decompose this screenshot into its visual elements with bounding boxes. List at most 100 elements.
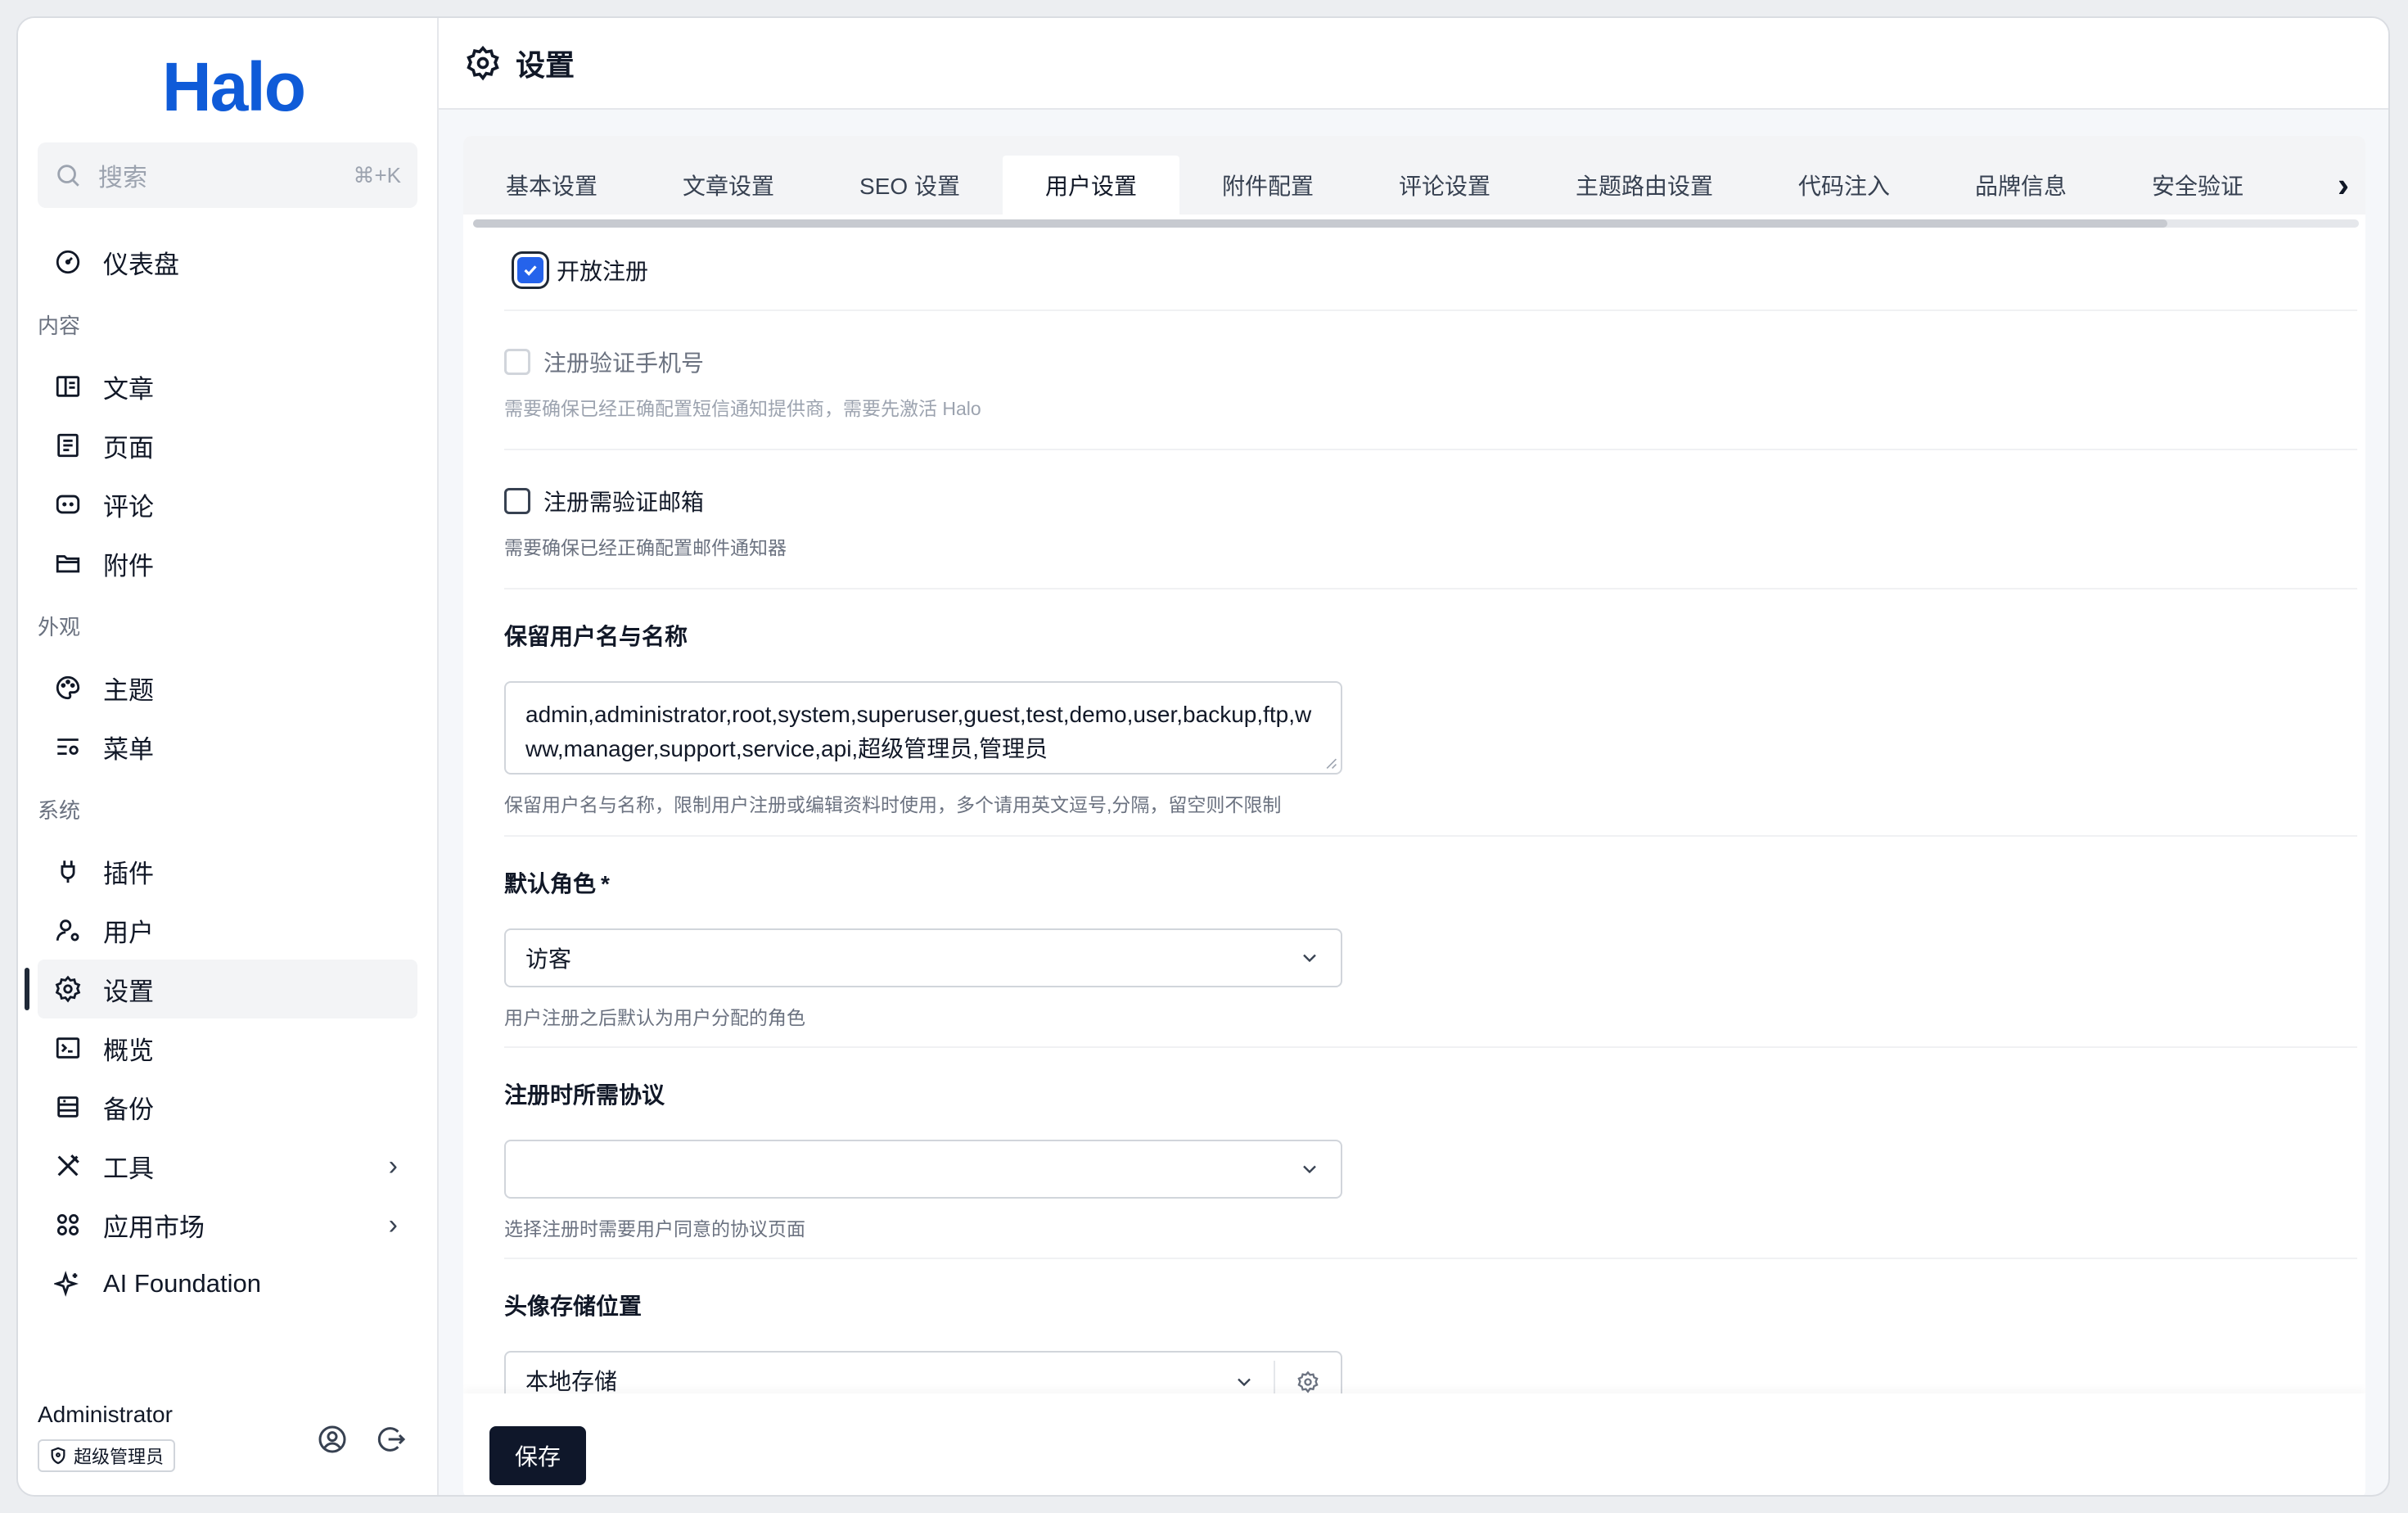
tabs-scroll-right-button[interactable]: › bbox=[2287, 156, 2365, 215]
phone-verify-help: 需要确保已经正确配置短信通知提供商，需要先激活 Halo bbox=[504, 398, 981, 419]
phone-verify-row: 注册验证手机号 需要确保已经正确配置短信通知提供商，需要先激活 Halo bbox=[504, 311, 2357, 450]
sidebar-item-backup[interactable]: 备份 bbox=[38, 1077, 417, 1136]
sidebar-item-users[interactable]: 用户 bbox=[38, 901, 417, 960]
sidebar-item-label: 概览 bbox=[103, 1036, 154, 1065]
chevron-right-icon: › bbox=[388, 1208, 398, 1240]
resize-handle-icon[interactable] bbox=[1324, 756, 1337, 770]
sidebar-item-ai-foundation[interactable]: AI Foundation bbox=[38, 1254, 417, 1313]
search-placeholder: 搜索 bbox=[98, 165, 147, 192]
book-icon bbox=[52, 371, 83, 402]
sidebar-item-attachments[interactable]: 附件 bbox=[38, 534, 417, 593]
email-verify-checkbox[interactable] bbox=[504, 488, 530, 514]
agreement-row: 注册时所需协议 选择注册时需要用户同意的协议页面 bbox=[504, 1048, 2357, 1259]
sidebar-group-appearance: 外观 bbox=[38, 614, 81, 639]
sidebar-item-settings[interactable]: 设置 bbox=[25, 960, 417, 1018]
chevron-down-icon bbox=[1303, 954, 1316, 963]
email-verify-help: 需要确保已经正确配置邮件通知器 bbox=[504, 537, 787, 558]
palette-icon bbox=[52, 672, 83, 703]
search-icon bbox=[57, 165, 79, 187]
sidebar-item-overview[interactable]: 概览 bbox=[38, 1018, 417, 1077]
sidebar-item-label: 工具 bbox=[103, 1154, 154, 1183]
reserved-names-textarea[interactable]: admin,administrator,root,system,superuse… bbox=[504, 681, 1342, 775]
sidebar-item-tools[interactable]: 工具 › bbox=[38, 1136, 417, 1195]
profile-button[interactable] bbox=[316, 1423, 349, 1456]
tab-theme-route[interactable]: 主题路由设置 bbox=[1533, 156, 1756, 215]
dashboard-icon bbox=[52, 246, 83, 278]
settings-card: 基本设置 文章设置 SEO 设置 用户设置 附件配置 评论设置 主题路由设置 代… bbox=[463, 136, 2365, 1495]
reserved-names-value: admin,administrator,root,system,superuse… bbox=[525, 702, 1312, 761]
sidebar-item-menus[interactable]: 菜单 bbox=[38, 717, 417, 776]
tab-basic[interactable]: 基本设置 bbox=[463, 156, 640, 215]
comment-icon bbox=[52, 489, 83, 520]
tab-user[interactable]: 用户设置 bbox=[1002, 156, 1179, 215]
agreement-select[interactable] bbox=[504, 1140, 1342, 1199]
tab-seo[interactable]: SEO 设置 bbox=[817, 156, 1003, 215]
user-settings-form: 开放注册 注册验证手机号 需要确保已经正确配置短信通知提供商，需要先激活 Hal… bbox=[504, 228, 2357, 1423]
phone-verify-checkbox[interactable] bbox=[504, 349, 530, 375]
current-user: Administrator 超级管理员 bbox=[38, 1402, 176, 1472]
agreement-label: 注册时所需协议 bbox=[504, 1082, 665, 1108]
chevron-down-icon bbox=[1303, 1165, 1316, 1174]
tabs-scrollbar[interactable] bbox=[473, 219, 2359, 228]
required-mark: * bbox=[601, 871, 610, 897]
logout-button[interactable] bbox=[375, 1423, 408, 1456]
folder-icon bbox=[52, 548, 83, 579]
apps-icon bbox=[52, 1209, 83, 1240]
search-box[interactable]: 搜索 ⌘+K bbox=[38, 142, 417, 208]
phone-verify-label: 注册验证手机号 bbox=[543, 350, 705, 376]
halo-logo[interactable]: Halo bbox=[162, 47, 306, 127]
tab-brand[interactable]: 品牌信息 bbox=[1932, 156, 2109, 215]
open-registration-label: 开放注册 bbox=[557, 259, 649, 284]
open-registration-checkbox[interactable] bbox=[517, 257, 543, 283]
sidebar-nav: 仪表盘 内容 文章 页面 评论 附件 外观 主题 菜单 系统 插件 用户 设置 … bbox=[25, 233, 417, 1313]
default-role-row: 默认角色 * 访客 用户注册之后默认为用户分配的角色 bbox=[504, 837, 2357, 1048]
reserved-names-row: 保留用户名与名称 admin,administrator,root,system… bbox=[504, 589, 2357, 837]
sidebar-item-label: 菜单 bbox=[103, 734, 154, 764]
shield-icon bbox=[51, 1447, 65, 1465]
user-name: Administrator bbox=[38, 1402, 173, 1427]
plug-icon bbox=[52, 856, 83, 887]
sidebar-item-posts[interactable]: 文章 bbox=[38, 357, 417, 416]
sidebar-item-label: 评论 bbox=[103, 492, 154, 522]
tab-attachment[interactable]: 附件配置 bbox=[1179, 156, 1356, 215]
save-button[interactable]: 保存 bbox=[489, 1426, 586, 1485]
gear-icon bbox=[52, 973, 83, 1005]
sidebar-item-label: 设置 bbox=[103, 977, 154, 1006]
search-shortcut: ⌘+K bbox=[353, 162, 401, 187]
sidebar-item-label: 附件 bbox=[103, 551, 154, 580]
sidebar-item-label: AI Foundation bbox=[103, 1269, 262, 1298]
sidebar-item-pages[interactable]: 页面 bbox=[38, 416, 417, 475]
sidebar-item-comments[interactable]: 评论 bbox=[38, 475, 417, 534]
tab-post[interactable]: 文章设置 bbox=[640, 156, 817, 215]
user-role-badge: 超级管理员 bbox=[38, 1439, 176, 1472]
avatar-storage-label: 头像存储位置 bbox=[504, 1294, 643, 1319]
gear-icon[interactable] bbox=[1296, 1371, 1319, 1393]
email-verify-row: 注册需验证邮箱 需要确保已经正确配置邮件通知器 bbox=[504, 450, 2357, 589]
sidebar-item-app-market[interactable]: 应用市场 › bbox=[38, 1195, 417, 1254]
check-icon bbox=[524, 265, 537, 276]
sidebar-item-plugins[interactable]: 插件 bbox=[38, 842, 417, 901]
default-role-value: 访客 bbox=[525, 946, 572, 972]
sidebar-group-system: 系统 bbox=[38, 797, 81, 823]
user-role-label: 超级管理员 bbox=[74, 1447, 165, 1467]
default-role-help: 用户注册之后默认为用户分配的角色 bbox=[504, 1007, 805, 1028]
page-title: 设置 bbox=[516, 48, 575, 82]
sidebar-item-themes[interactable]: 主题 bbox=[38, 658, 417, 717]
sidebar-item-dashboard[interactable]: 仪表盘 bbox=[38, 233, 417, 291]
open-registration-row: 开放注册 bbox=[504, 228, 2357, 311]
tab-code-injection[interactable]: 代码注入 bbox=[1756, 156, 1932, 215]
app-window: Halo 搜索 ⌘+K 仪表盘 内容 文章 页面 评论 附件 外观 主题 菜单 … bbox=[16, 16, 2390, 1497]
sidebar-item-label: 文章 bbox=[103, 374, 154, 404]
avatar-storage-value: 本地存储 bbox=[525, 1369, 618, 1394]
sidebar-item-label: 备份 bbox=[103, 1095, 154, 1124]
gear-icon bbox=[467, 45, 499, 81]
reserved-names-label: 保留用户名与名称 bbox=[504, 624, 688, 649]
tabs-scrollbar-thumb[interactable] bbox=[473, 219, 2167, 228]
default-role-select[interactable]: 访客 bbox=[504, 928, 1342, 987]
archive-icon bbox=[52, 1091, 83, 1122]
chevron-down-icon bbox=[1238, 1378, 1251, 1387]
default-role-label-text: 默认角色 bbox=[504, 871, 597, 897]
page-header: 设置 bbox=[439, 18, 2388, 110]
tab-comment[interactable]: 评论设置 bbox=[1356, 156, 1533, 215]
tab-security[interactable]: 安全验证 bbox=[2109, 156, 2286, 215]
